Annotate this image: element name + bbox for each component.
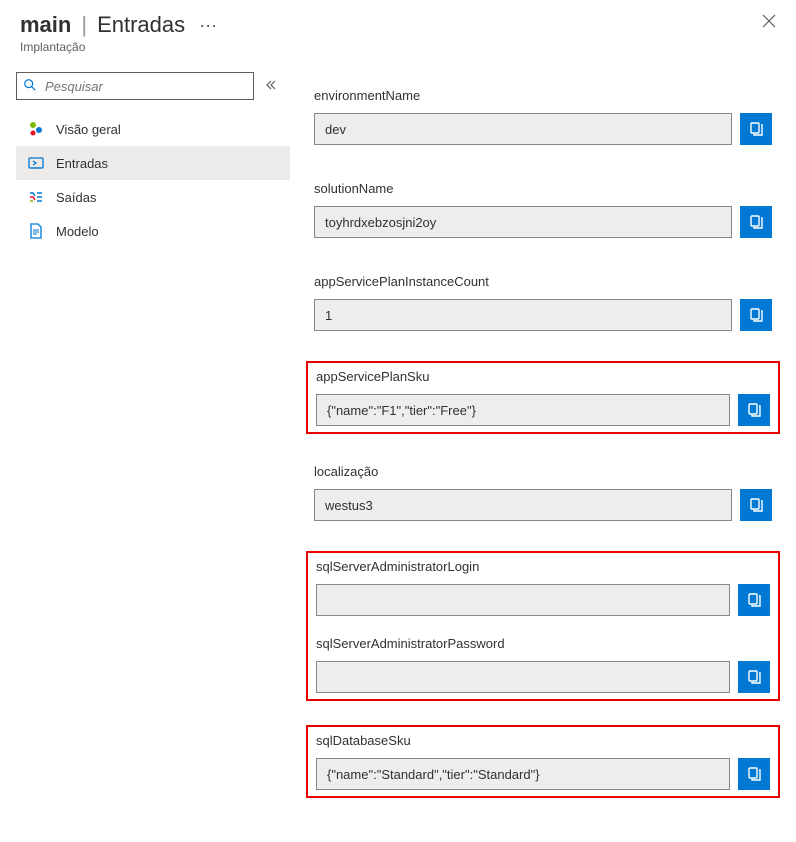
input-label: appServicePlanInstanceCount xyxy=(314,274,772,289)
copy-button[interactable] xyxy=(740,206,772,238)
main-content: environmentName solutionName appServicePla… xyxy=(290,62,796,842)
copy-button[interactable] xyxy=(740,299,772,331)
copy-button[interactable] xyxy=(738,584,770,616)
copy-button[interactable] xyxy=(738,394,770,426)
copy-icon xyxy=(746,669,762,685)
title-section: Entradas xyxy=(97,12,185,38)
input-group: sqlServerAdministratorLogin sqlServerAdmi… xyxy=(306,551,780,701)
input-label: sqlDatabaseSku xyxy=(316,733,770,748)
nav-item-label: Modelo xyxy=(56,224,99,239)
value-input[interactable] xyxy=(316,394,730,426)
nav-item-outputs[interactable]: Saídas xyxy=(16,180,290,214)
more-menu-icon[interactable]: ⋯ xyxy=(199,16,217,37)
template-icon xyxy=(28,223,44,239)
value-input[interactable] xyxy=(314,299,732,331)
nav-item-label: Entradas xyxy=(56,156,108,171)
copy-icon xyxy=(748,121,764,137)
close-button[interactable] xyxy=(762,14,776,33)
input-label: appServicePlanSku xyxy=(316,369,770,384)
value-input[interactable] xyxy=(314,206,732,238)
copy-icon xyxy=(748,497,764,513)
title-separator: | xyxy=(81,12,87,38)
title-row: main | Entradas ⋯ xyxy=(20,12,776,38)
header: main | Entradas ⋯ Implantação xyxy=(0,0,796,62)
input-label: sqlServerAdministratorPassword xyxy=(316,636,770,651)
close-icon xyxy=(762,14,776,28)
search-icon xyxy=(23,78,37,95)
chevron-left-double-icon xyxy=(264,78,278,92)
nav-item-label: Visão geral xyxy=(56,122,121,137)
copy-icon xyxy=(748,214,764,230)
copy-button[interactable] xyxy=(738,661,770,693)
inputs-icon xyxy=(28,155,44,171)
input-label: sqlServerAdministratorLogin xyxy=(316,559,770,574)
input-group: sqlDatabaseSku xyxy=(306,725,780,798)
value-input[interactable] xyxy=(314,113,732,145)
copy-button[interactable] xyxy=(740,113,772,145)
collapse-sidebar-button[interactable] xyxy=(264,78,278,95)
input-group: environmentName xyxy=(306,82,780,151)
nav-item-template[interactable]: Modelo xyxy=(16,214,290,248)
input-group: appServicePlanInstanceCount xyxy=(306,268,780,337)
sidebar: Visão geral Entradas Saídas Modelo xyxy=(0,62,290,842)
value-input[interactable] xyxy=(316,661,730,693)
title-main: main xyxy=(20,12,71,38)
input-label: environmentName xyxy=(314,88,772,103)
nav-item-label: Saídas xyxy=(56,190,96,205)
outputs-icon xyxy=(28,189,44,205)
input-label: solutionName xyxy=(314,181,772,196)
copy-icon xyxy=(746,766,762,782)
nav-item-overview[interactable]: Visão geral xyxy=(16,112,290,146)
input-group: localização xyxy=(306,458,780,527)
copy-button[interactable] xyxy=(738,758,770,790)
value-input[interactable] xyxy=(316,584,730,616)
input-group: appServicePlanSku xyxy=(306,361,780,434)
search-input[interactable] xyxy=(16,72,254,100)
breadcrumb: Implantação xyxy=(20,40,776,54)
copy-icon xyxy=(748,307,764,323)
copy-icon xyxy=(746,402,762,418)
copy-button[interactable] xyxy=(740,489,772,521)
copy-icon xyxy=(746,592,762,608)
overview-icon xyxy=(28,121,44,137)
input-group: solutionName xyxy=(306,175,780,244)
value-input[interactable] xyxy=(314,489,732,521)
nav-item-inputs[interactable]: Entradas xyxy=(16,146,290,180)
input-label: localização xyxy=(314,464,772,479)
value-input[interactable] xyxy=(316,758,730,790)
